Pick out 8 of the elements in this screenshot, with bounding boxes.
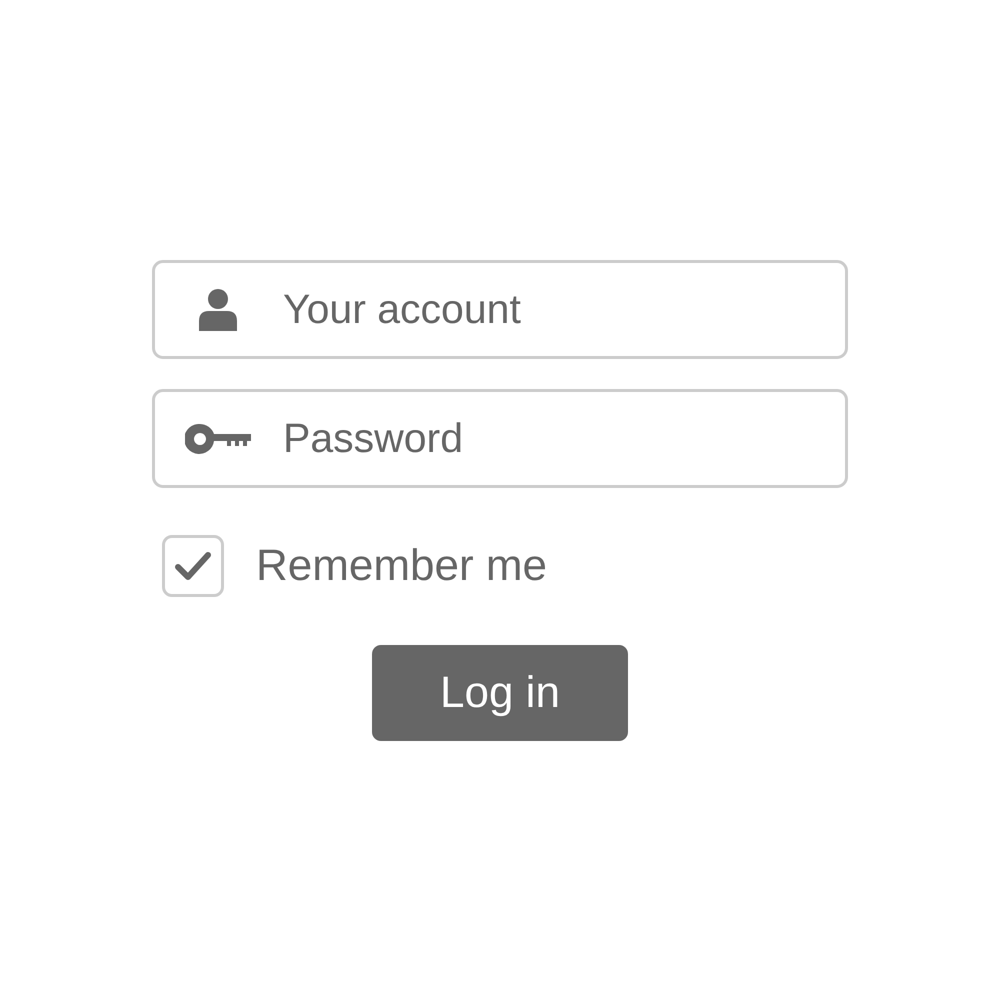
login-button[interactable]: Log in — [372, 645, 628, 741]
input-field[interactable]: Your account — [152, 260, 848, 359]
check-icon — [175, 551, 211, 581]
checkbox[interactable] — [162, 535, 224, 597]
key-icon — [185, 424, 251, 454]
user-icon — [199, 288, 237, 330]
input-field[interactable]: Password — [152, 389, 848, 488]
checkbox-label: Remember me — [256, 541, 547, 591]
